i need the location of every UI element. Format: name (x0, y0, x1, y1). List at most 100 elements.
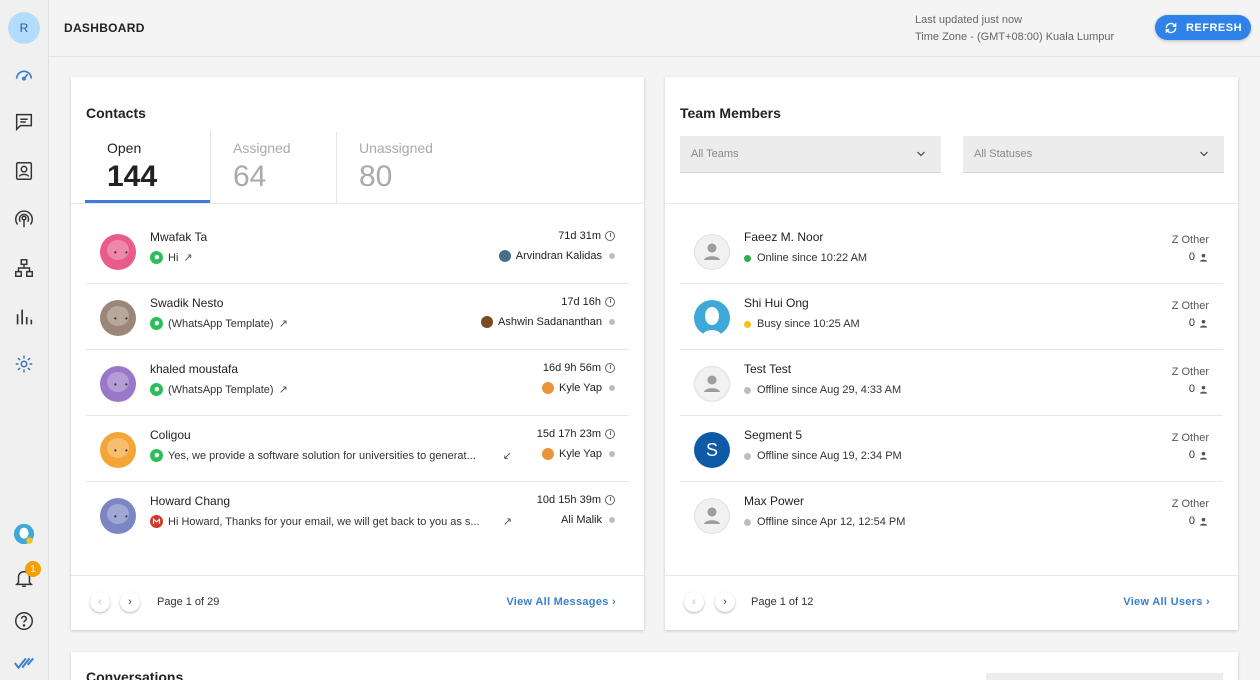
member-status: Offline since Apr 12, 12:54 PM (744, 516, 905, 528)
chevron-right-icon: › (128, 596, 132, 608)
broadcast-icon[interactable] (12, 207, 36, 231)
assignee-name: Kyle Yap (558, 448, 602, 460)
whatsapp-icon (150, 449, 163, 462)
teams-select[interactable]: All Teams (680, 136, 941, 173)
settings-icon[interactable] (12, 352, 36, 376)
whatsapp-icon (150, 317, 163, 330)
contact-assignee: Kyle Yap (541, 382, 615, 394)
contact-time: 16d 9h 56m (543, 362, 615, 374)
assignee-name: Kyle Yap (558, 382, 602, 394)
next-page-button[interactable]: › (715, 592, 735, 612)
busy-status-dot (744, 320, 751, 328)
conversations-filter-select[interactable] (986, 673, 1223, 680)
tab-open[interactable]: Open 144 (85, 132, 211, 204)
contact-row[interactable]: • • Mwafak Ta Hi ↗ 71d 31m Arvindran Kal… (86, 218, 629, 284)
message-text: (WhatsApp Template) (168, 383, 274, 396)
view-all-label: View All Users (1123, 596, 1203, 608)
team-members-footer: ‹ › Page 1 of 12 View All Users › (665, 575, 1238, 630)
message-text: Hi (168, 251, 179, 264)
member-status: Offline since Aug 19, 2:34 PM (744, 450, 902, 462)
member-status: Offline since Aug 29, 4:33 AM (744, 384, 901, 396)
member-contact-count: 0 (1189, 317, 1209, 329)
time-text: 17d 16h (561, 296, 601, 308)
contact-row[interactable]: • • Howard Chang Hi Howard, Thanks for y… (86, 482, 629, 548)
clock-icon (605, 495, 615, 505)
whatsapp-icon (150, 383, 163, 396)
member-contact-count: 0 (1189, 251, 1209, 263)
contact-assignee: Arvindran Kalidas (498, 250, 615, 262)
person-icon (1199, 385, 1208, 394)
user-avatar[interactable]: R (8, 12, 40, 44)
help-icon[interactable] (12, 609, 36, 633)
message-text: Hi Howard, Thanks for your email, we wil… (168, 515, 480, 528)
online-status-dot (744, 254, 751, 262)
time-text: 15d 17h 23m (536, 428, 601, 440)
contacts-footer: ‹ › Page 1 of 29 View All Messages › (71, 575, 644, 630)
member-team: Z Other (1171, 366, 1209, 378)
member-row[interactable]: Shi Hui Ong Busy since 10:25 AM Z Other … (680, 284, 1223, 350)
member-row[interactable]: Test Test Offline since Aug 29, 4:33 AM … (680, 350, 1223, 416)
messages-icon[interactable] (12, 110, 36, 134)
reports-icon[interactable] (12, 305, 36, 329)
workflows-icon[interactable] (12, 256, 36, 280)
contact-message: Yes, we provide a software solution for … (150, 449, 512, 462)
prev-page-button[interactable]: ‹ (90, 592, 110, 612)
contact-name: Howard Chang (150, 494, 231, 508)
contact-message: Hi Howard, Thanks for your email, we wil… (150, 515, 512, 528)
prev-page-button[interactable]: ‹ (684, 592, 704, 612)
contact-row[interactable]: • • khaled moustafa (WhatsApp Template) … (86, 350, 629, 416)
view-all-messages-link[interactable]: View All Messages › (506, 596, 616, 608)
member-row[interactable]: S Segment 5 Offline since Aug 19, 2:34 P… (680, 416, 1223, 482)
chevron-right-icon: › (612, 596, 616, 608)
tab-open-label: Open (107, 140, 142, 156)
contact-time: 10d 15h 39m (537, 494, 615, 506)
outgoing-arrow-icon: ↗ (183, 252, 193, 264)
time-text: 71d 31m (558, 230, 601, 242)
member-contact-count: 0 (1189, 449, 1209, 461)
contact-avatar: • • (100, 366, 136, 402)
tab-assigned[interactable]: Assigned 64 (211, 132, 337, 204)
view-all-users-link[interactable]: View All Users › (1123, 596, 1210, 608)
agent-avatar-icon[interactable] (12, 522, 36, 546)
contact-assignee: Ashwin Sadananthan (481, 316, 615, 328)
team-members-card: Team Members All Teams All Statuses Faee… (665, 77, 1238, 630)
member-row[interactable]: Faeez M. Noor Online since 10:22 AM Z Ot… (680, 218, 1223, 284)
filters-divider (665, 203, 1238, 204)
outgoing-arrow-icon: ↗ (278, 384, 288, 396)
status-text: Offline since Aug 19, 2:34 PM (757, 450, 902, 462)
next-page-button[interactable]: › (120, 592, 140, 612)
contact-name: khaled moustafa (150, 362, 239, 376)
tab-assigned-label: Assigned (233, 140, 291, 156)
outgoing-arrow-icon: ↗ (502, 516, 512, 528)
person-icon (1199, 517, 1208, 526)
refresh-button[interactable]: REFRESH (1155, 15, 1251, 40)
view-all-label: View All Messages (506, 596, 609, 608)
tabs-divider (71, 203, 644, 204)
member-status: Online since 10:22 AM (744, 252, 867, 264)
contact-row[interactable]: • • Swadik Nesto (WhatsApp Template) ↗ 1… (86, 284, 629, 350)
statuses-select[interactable]: All Statuses (963, 136, 1224, 173)
assignee-avatar (481, 316, 494, 328)
contact-avatar: • • (100, 234, 136, 270)
contacts-title: Contacts (86, 105, 146, 121)
refresh-label: REFRESH (1185, 21, 1243, 34)
contacts-icon[interactable] (12, 159, 36, 183)
whatsapp-icon (150, 251, 163, 264)
member-avatar (694, 234, 730, 270)
contact-row[interactable]: • • Coligou Yes, we provide a software s… (86, 416, 629, 482)
notification-count-badge: 1 (25, 561, 41, 577)
member-team: Z Other (1171, 432, 1209, 444)
clock-icon (605, 297, 615, 307)
assignee-name: Ali Malik (561, 514, 602, 526)
sidebar: R 1 (0, 0, 49, 680)
member-avatar (694, 366, 730, 402)
dashboard-icon[interactable] (12, 63, 36, 87)
member-name: Faeez M. Noor (744, 230, 824, 244)
member-row[interactable]: Max Power Offline since Apr 12, 12:54 PM… (680, 482, 1223, 548)
tab-unassigned[interactable]: Unassigned 80 (337, 132, 467, 204)
contact-avatar: • • (100, 432, 136, 468)
top-bar: DASHBOARD Last updated just now Time Zon… (49, 0, 1260, 57)
page-title: DASHBOARD (64, 21, 145, 35)
member-team: Z Other (1171, 234, 1209, 246)
tab-unassigned-count: 80 (359, 160, 393, 193)
